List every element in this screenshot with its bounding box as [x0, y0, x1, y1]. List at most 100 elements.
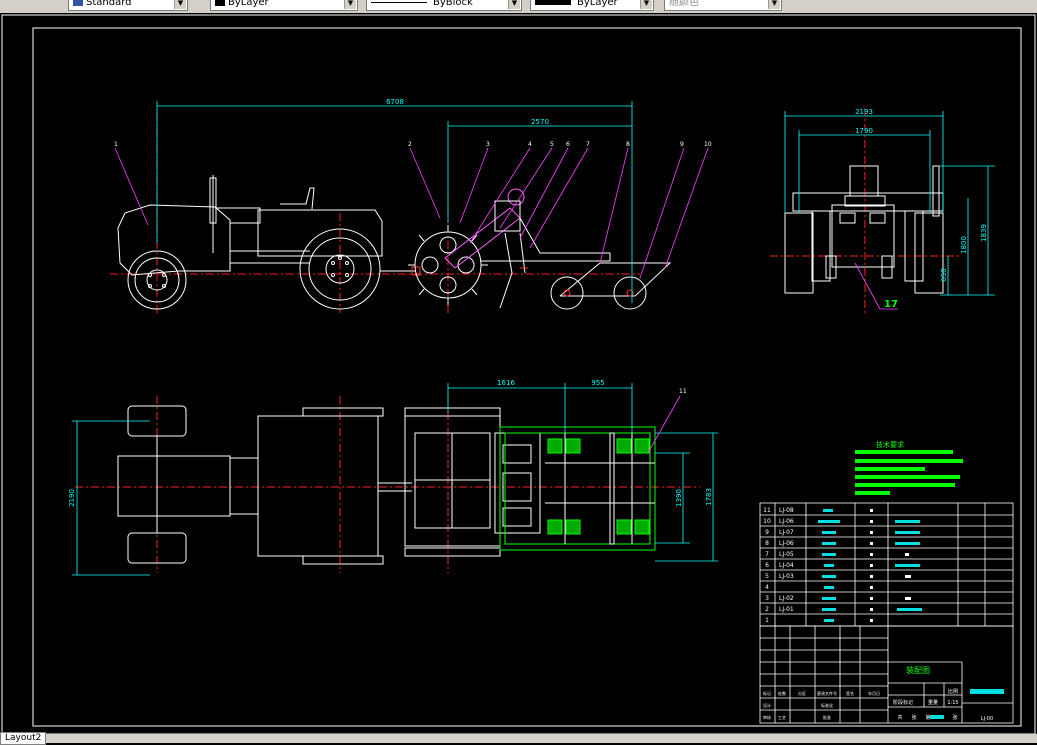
bom-no: 2: [765, 606, 769, 613]
bom-no: 6: [765, 562, 769, 569]
tab-layout2[interactable]: Layout2: [0, 732, 47, 745]
bom-no: 5: [765, 573, 769, 580]
bom-table-grid: [759, 502, 1014, 627]
chevron-down-icon[interactable]: ▼: [344, 0, 356, 9]
balloon-4: 4: [528, 141, 532, 148]
dim-rear-length: 2570: [531, 118, 549, 126]
dim-top-c: 1390: [675, 489, 683, 507]
balloon-11: 11: [679, 388, 687, 395]
tb-row-label: 设计: [763, 702, 771, 708]
dim-rear-height-b: 1800: [960, 236, 968, 254]
rear-view-leader: [854, 262, 881, 310]
properties-toolbar: Standard ▼ ByLayer ▼ ByBlock ▼ ByLayer ▼…: [0, 0, 1037, 14]
tb-row-label: 批准: [823, 714, 831, 720]
bom-no: 4: [765, 584, 769, 591]
color-swatch: [215, 0, 225, 6]
balloon-8: 8: [626, 141, 630, 148]
layout-tab-bar: Layout2: [0, 732, 1037, 745]
bom-no: 8: [765, 540, 769, 547]
balloon-7: 7: [586, 141, 590, 148]
lineweight-dropdown[interactable]: ByLayer ▼: [530, 0, 654, 11]
tb-row-label: 标准化: [821, 702, 833, 708]
bom-code: LJ-07: [779, 529, 794, 536]
drawing-svg: 6708 2570 1 2 3 4 5 6 7 8 9 10 2193 1790…: [1, 14, 1036, 735]
text-style-value: Standard: [86, 0, 132, 8]
linetype-sample: [371, 1, 427, 3]
bom-code: LJ-06: [779, 518, 794, 525]
tech-requirements-text: [855, 450, 963, 495]
sheet-label: 第: [925, 714, 930, 721]
tb-row-label: 审核: [763, 714, 771, 720]
title-block-grid: [759, 625, 1014, 724]
bom-code: LJ-03: [779, 573, 794, 580]
chevron-down-icon[interactable]: ▼: [768, 0, 780, 9]
linetype-value: ByBlock: [433, 0, 473, 8]
drawing-code-block: [970, 689, 1004, 694]
bom-code: LJ-01: [779, 606, 794, 613]
sheet-label: 张: [911, 714, 916, 721]
side-view-leaders: [114, 147, 709, 279]
bom-code: LJ-02: [779, 595, 794, 602]
lineweight-sample: [535, 0, 571, 5]
sheet-count-block: [930, 715, 944, 719]
bom-rows: 11 LJ-08 10 LJ-06 9 LJ-07 8 LJ-06 7 LJ-0…: [763, 507, 794, 624]
bom-code: LJ-06: [779, 540, 794, 547]
tb-row-label: 工艺: [778, 715, 786, 720]
weight-label: 重量: [928, 699, 938, 706]
scale-label: 比例: [948, 688, 958, 695]
balloon-3: 3: [486, 141, 490, 148]
lineweight-value: ByLayer: [577, 0, 618, 8]
dim-rear-height-c: 650: [940, 268, 948, 281]
title-block-left-labels: 标记 处数 分区 更改文件号 签名 年月日 设计 审核 标准化 批准 工艺: [763, 690, 880, 720]
chevron-down-icon[interactable]: ▼: [640, 0, 652, 9]
tech-requirements-title: 技术要求: [876, 440, 904, 449]
scale-value: 1:15: [947, 700, 958, 706]
dim-top-b: 955: [591, 379, 604, 387]
dim-rear-width: 2193: [855, 108, 873, 116]
bom-code: LJ-08: [779, 507, 794, 514]
top-view-leader: [647, 395, 681, 454]
balloon-10: 10: [704, 141, 712, 148]
drawing-name: 装配图: [906, 665, 930, 675]
balloon-2: 2: [408, 141, 412, 148]
side-view-dimensions: [156, 101, 633, 303]
bom-no: 1: [765, 617, 769, 624]
chevron-down-icon[interactable]: ▼: [174, 0, 186, 9]
drawing-canvas[interactable]: 6708 2570 1 2 3 4 5 6 7 8 9 10 2193 1790…: [0, 13, 1037, 735]
plot-style-value: 随颜色: [669, 0, 699, 8]
drawing-number: LJ-00: [981, 716, 993, 722]
title-block-sheet-labels: 共 张 第 张: [897, 714, 957, 721]
tb-label: 签名: [846, 690, 854, 696]
text-style-icon: [73, 0, 83, 6]
rear-view: [770, 108, 960, 313]
sheet-label: 共: [897, 714, 902, 721]
plot-style-dropdown[interactable]: 随颜色 ▼: [664, 0, 782, 11]
linetype-dropdown[interactable]: ByBlock ▼: [366, 0, 522, 11]
tb-label: 更改文件号: [817, 690, 837, 696]
dim-rear-height-a: 1839: [980, 224, 988, 242]
top-view-dimensions: [72, 383, 718, 576]
dim-top-d: 1783: [705, 488, 713, 506]
bom-no: 9: [765, 529, 769, 536]
bom-no: 10: [763, 518, 771, 525]
dim-top-a: 1616: [497, 379, 515, 387]
balloon-5: 5: [550, 141, 554, 148]
balloon-9: 9: [680, 141, 684, 148]
dim-overall-length: 6708: [386, 98, 404, 106]
tb-label: 分区: [798, 690, 806, 696]
bom-code: LJ-05: [779, 551, 794, 558]
tb-label: 标记: [763, 690, 771, 696]
bom-no: 3: [765, 595, 769, 602]
top-view: [75, 396, 700, 573]
stage-label: 阶段标记: [893, 699, 913, 706]
dim-top-width: 2190: [68, 489, 76, 507]
color-dropdown[interactable]: ByLayer ▼: [210, 0, 358, 11]
color-value: ByLayer: [228, 0, 269, 8]
dim-rear-track: 1790: [855, 127, 873, 135]
bom-code: LJ-04: [779, 562, 794, 569]
balloon-1: 1: [114, 141, 118, 148]
text-style-dropdown[interactable]: Standard ▼: [68, 0, 188, 11]
balloon-6: 6: [566, 141, 570, 148]
chevron-down-icon[interactable]: ▼: [508, 0, 520, 9]
bom-no: 11: [763, 507, 771, 514]
